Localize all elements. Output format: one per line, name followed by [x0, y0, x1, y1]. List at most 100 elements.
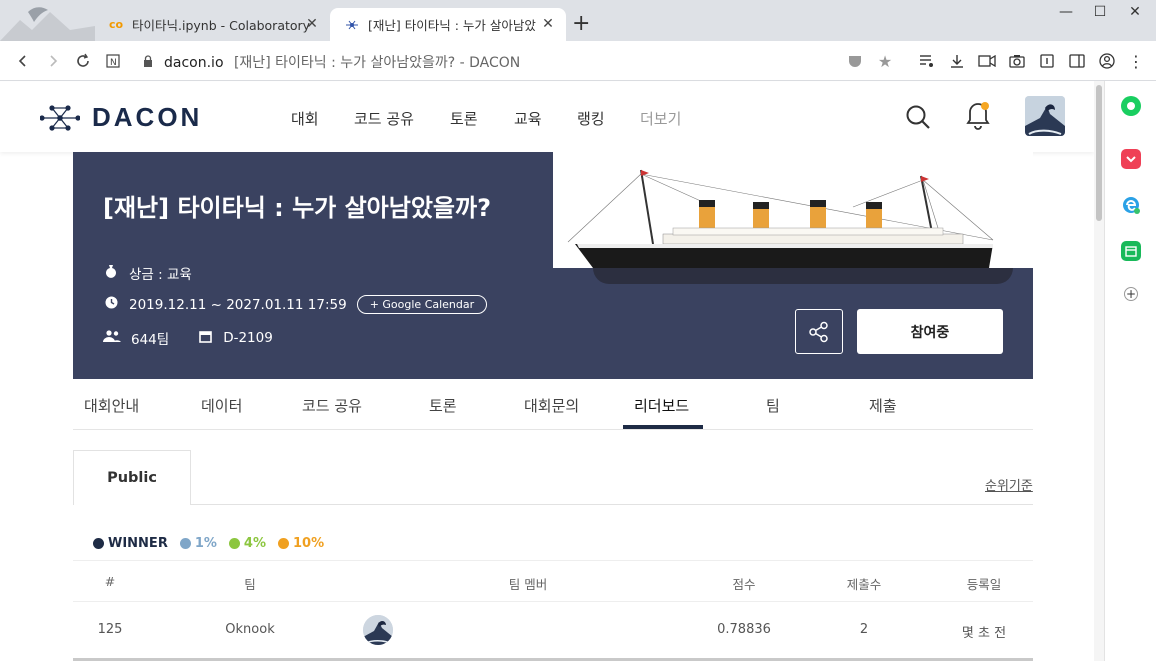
google-calendar-button[interactable]: + Google Calendar	[356, 295, 488, 314]
tab-data[interactable]: 데이터	[201, 395, 242, 416]
bookmark-star-icon[interactable]: ★	[875, 51, 895, 71]
column-team: 팀	[244, 577, 256, 592]
active-tab-indicator	[623, 425, 703, 429]
browser-titlebar: co 타이타닉.ipynb - Colaboratory ✕ [재난] 타이타닉…	[0, 0, 1156, 41]
legend-label: 1%	[194, 536, 217, 551]
tab-discussion[interactable]: 토론	[429, 395, 457, 416]
tab-title: [재난] 타이타닉 : 누가 살아남았	[368, 18, 536, 33]
page-scrollbar[interactable]	[1094, 81, 1104, 661]
nav-education[interactable]: 교육	[514, 108, 542, 129]
column-submissions: 제출수	[846, 577, 882, 592]
dacon-logo[interactable]: DACON	[40, 102, 202, 133]
table-header: # 팀 팀 멤버 점수 제출수 등록일	[73, 560, 1033, 602]
share-button[interactable]	[795, 309, 843, 354]
logo-text: DACON	[92, 102, 203, 132]
nav-more[interactable]: 더보기	[640, 108, 681, 129]
close-icon[interactable]: ✕	[540, 16, 556, 32]
tab-colab[interactable]: co 타이타닉.ipynb - Colaboratory ✕	[94, 8, 330, 41]
legend-dot	[228, 538, 240, 549]
legend-label: 4%	[243, 536, 266, 551]
column-date: 등록일	[966, 577, 1002, 592]
nav-code-share[interactable]: 코드 공유	[354, 108, 414, 129]
public-tab[interactable]: Public	[73, 450, 191, 505]
add-icon[interactable]: +	[1124, 287, 1138, 301]
camera-icon[interactable]	[1007, 51, 1027, 71]
profile-icon[interactable]	[1097, 51, 1117, 71]
reload-icon[interactable]	[72, 50, 94, 72]
divider	[191, 504, 1033, 505]
row-team[interactable]: Oknook	[225, 622, 274, 637]
legend-dot	[93, 538, 104, 549]
calendar-icon	[197, 330, 213, 347]
member-avatar[interactable]	[363, 615, 393, 645]
minimize-icon[interactable]: —	[1051, 4, 1081, 20]
back-icon[interactable]	[12, 50, 34, 72]
legend-1pct: 1%	[179, 536, 217, 551]
address-bar: N dacon.io [재난] 타이타닉 : 누가 살아남았을까? - DACO…	[0, 41, 1156, 81]
joined-button[interactable]: 참여중	[857, 309, 1003, 354]
edge-browser-icon[interactable]	[1121, 195, 1141, 215]
row-score: 0.78836	[717, 622, 771, 637]
share-icon	[809, 321, 828, 342]
legend-winner: WINNER	[93, 536, 168, 551]
prize-text: 상금 : 교육	[129, 267, 192, 283]
tab-code-share[interactable]: 코드 공유	[302, 395, 362, 416]
calendar-green-icon[interactable]	[1121, 241, 1141, 261]
legend-10pct: 10%	[277, 536, 325, 551]
legend-label: 10%	[292, 536, 325, 551]
window-close-icon[interactable]: ✕	[1120, 4, 1150, 20]
row-rank: 125	[97, 622, 123, 637]
bell-icon[interactable]	[964, 100, 992, 130]
nav-discussion[interactable]: 토론	[450, 108, 478, 129]
url-field[interactable]: dacon.io [재난] 타이타닉 : 누가 살아남았을까? - DACON	[164, 52, 520, 72]
pocket-icon[interactable]	[845, 51, 865, 71]
prize-info: 상금 : 교육	[103, 263, 192, 283]
teams-count: 644팀	[131, 332, 170, 348]
column-score: 점수	[732, 577, 756, 592]
user-avatar[interactable]	[1025, 96, 1065, 136]
legend-dot	[179, 538, 191, 549]
teams-info: 644팀 D-2109	[103, 328, 273, 348]
tab-submit[interactable]: 제출	[869, 395, 897, 416]
row-date: 몇 초 전	[961, 626, 1007, 641]
menu-kebab-icon[interactable]: ⋮	[1126, 51, 1146, 71]
new-tab-button[interactable]: +	[572, 13, 590, 35]
maximize-icon[interactable]: ☐	[1085, 4, 1115, 20]
browser-side-panel: +	[1104, 81, 1156, 661]
nav-ranking[interactable]: 랭킹	[577, 108, 605, 129]
tab-leaderboard[interactable]: 리더보드	[634, 395, 689, 416]
legend-dot	[277, 538, 289, 549]
competition-banner: [재난] 타이타닉 : 누가 살아남았을까? 상금 : 교육 2019.12.1…	[73, 152, 1033, 379]
nav-competitions[interactable]: 대회	[291, 108, 319, 129]
tab-overview[interactable]: 대회안내	[84, 395, 139, 416]
tab-inquiry[interactable]: 대회문의	[524, 395, 579, 416]
lock-icon[interactable]	[140, 50, 156, 72]
naver-green-icon[interactable]	[1121, 96, 1141, 116]
search-icon[interactable]	[905, 104, 931, 130]
legend-4pct: 4%	[228, 536, 266, 551]
scrollbar-thumb[interactable]	[1096, 85, 1102, 221]
naver-icon[interactable]: N	[102, 50, 124, 72]
sidebar-toggle-icon[interactable]	[1067, 51, 1087, 71]
theme-bird-icon	[0, 7, 95, 41]
url-domain: dacon.io	[164, 55, 224, 71]
column-rank: #	[104, 574, 116, 589]
pocket-red-icon[interactable]	[1121, 149, 1141, 169]
reader-mode-icon[interactable]	[1037, 51, 1057, 71]
table-row[interactable]: 125 Oknook 0.78836 2 몇 초 전	[73, 602, 1033, 658]
download-icon[interactable]	[947, 51, 967, 71]
forward-icon[interactable]	[42, 50, 64, 72]
reading-list-icon[interactable]	[917, 51, 937, 71]
close-icon[interactable]: ✕	[304, 16, 320, 32]
tab-dacon[interactable]: [재난] 타이타닉 : 누가 살아남았 ✕	[330, 8, 566, 41]
colab-icon: co	[108, 18, 124, 31]
period-info: 2019.12.11 ~ 2027.01.11 17:59 + Google C…	[103, 295, 488, 314]
period-text: 2019.12.11 ~ 2027.01.11 17:59	[129, 296, 347, 313]
column-members: 팀 멤버	[508, 577, 548, 592]
row-submissions: 2	[859, 622, 869, 637]
clock-icon	[103, 296, 119, 313]
video-icon[interactable]	[977, 51, 997, 71]
tab-team[interactable]: 팀	[766, 395, 780, 416]
rank-basis-link[interactable]: 순위기준	[985, 475, 1033, 494]
dacon-logo-icon	[40, 104, 80, 131]
